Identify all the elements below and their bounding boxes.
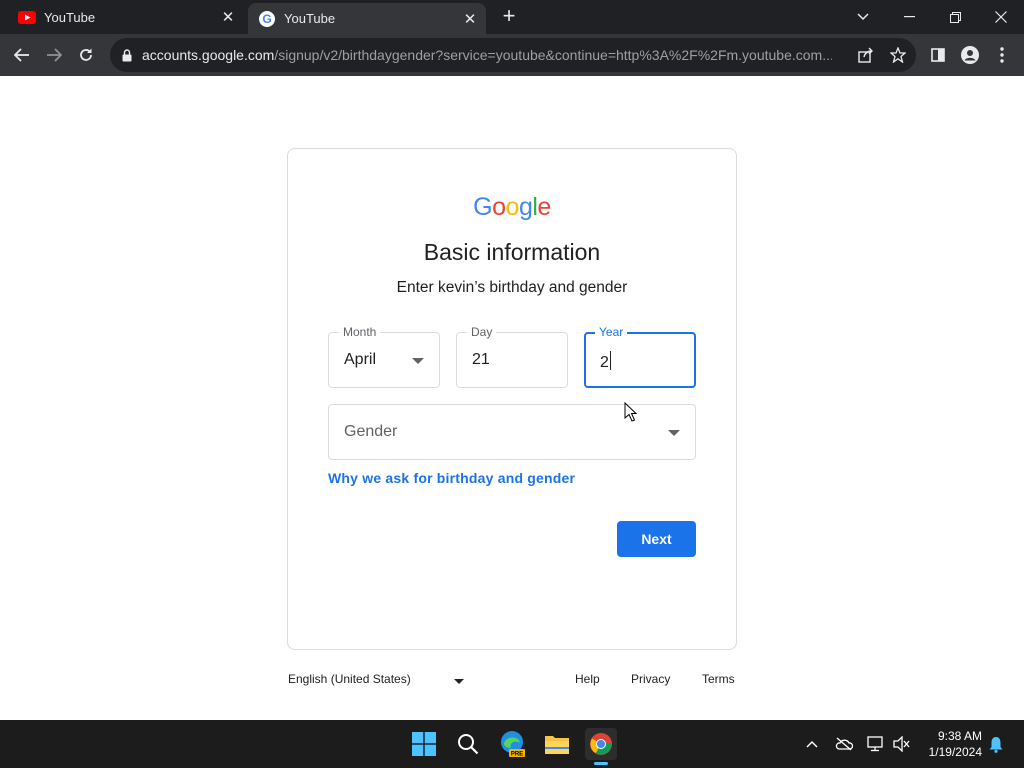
page-subtitle: Enter kevin’s birthday and gender (396, 279, 628, 296)
text-cursor (609, 351, 611, 370)
signup-card: Google Basic information Enter kevin’s b… (287, 148, 737, 650)
search-icon[interactable] (452, 728, 484, 760)
file-explorer-icon[interactable] (541, 728, 573, 760)
minimize-button[interactable] (886, 0, 932, 34)
logo-letter: o (492, 193, 506, 221)
help-link[interactable]: Help (575, 672, 600, 690)
edge-preview-icon[interactable]: PRE (497, 728, 529, 760)
profile-icon[interactable] (956, 41, 984, 69)
svg-text:G: G (262, 12, 271, 26)
system-clock[interactable]: 9:38 AM 1/19/2024 (920, 728, 982, 760)
gender-placeholder: Gender (344, 423, 398, 440)
volume-muted-icon[interactable] (892, 734, 912, 754)
youtube-icon (18, 8, 36, 26)
logo-letter: o (505, 193, 520, 221)
day-value: 21 (472, 351, 490, 368)
day-field[interactable]: Day 21 (456, 325, 568, 388)
new-tab-button[interactable]: + (497, 5, 521, 29)
tab-youtube-1[interactable]: YouTube ✕ (8, 0, 244, 34)
why-we-ask-link[interactable]: Why we ask for birthday and gender (328, 470, 575, 486)
page-title: Basic information (423, 239, 601, 265)
active-app-indicator (594, 762, 608, 765)
gender-select[interactable]: Gender (328, 404, 696, 460)
next-button[interactable]: Next (617, 521, 696, 557)
logo-letter: G (473, 193, 493, 221)
month-select[interactable]: Month April (328, 325, 440, 388)
url-text[interactable]: accounts.google.com/signup/v2/birthdayge… (142, 47, 832, 63)
address-bar[interactable]: accounts.google.com/signup/v2/birthdayge… (110, 38, 916, 72)
restore-button[interactable] (932, 0, 978, 34)
windows-start-icon[interactable] (408, 728, 440, 760)
close-window-button[interactable] (978, 0, 1024, 34)
year-field[interactable]: Year 2 (584, 325, 696, 388)
clock-time: 9:38 AM (937, 729, 982, 743)
lock-icon[interactable] (120, 48, 134, 62)
tab-search-icon[interactable] (840, 0, 886, 34)
url-host: accounts.google.com (142, 47, 275, 63)
year-text: 2 (600, 354, 609, 371)
edge-badge: PRE (511, 752, 523, 758)
reload-button[interactable] (72, 41, 100, 69)
day-label: Day (467, 325, 497, 339)
google-logo: Google (288, 193, 736, 222)
chrome-taskbar-icon[interactable] (585, 728, 617, 765)
chevron-up-icon[interactable] (802, 734, 822, 754)
network-icon[interactable] (866, 734, 886, 754)
clock-date: 1/19/2024 (928, 745, 982, 759)
language-value: English (United States) (288, 672, 411, 686)
tab-title: YouTube (44, 9, 96, 25)
tab-title: YouTube (284, 11, 336, 26)
google-logo-text: Google (473, 193, 551, 221)
side-panel-icon[interactable] (924, 41, 952, 69)
close-tab-icon[interactable]: ✕ (460, 9, 480, 29)
mouse-pointer-icon (624, 401, 638, 427)
close-tab-icon[interactable]: ✕ (218, 7, 238, 27)
year-label: Year (595, 325, 628, 339)
tab-strip: YouTube ✕ G YouTube ✕ + (0, 0, 1024, 34)
notification-bell-icon[interactable] (986, 734, 1006, 754)
windows-taskbar: PRE 9:38 AM 1/19/2024 (0, 720, 1024, 768)
logo-letter: e (537, 193, 551, 221)
chevron-down-icon[interactable] (454, 679, 464, 684)
month-value: April (344, 351, 377, 368)
url-path: /signup/v2/birthdaygender?service=youtub… (274, 47, 832, 63)
menu-kebab-icon[interactable] (988, 41, 1016, 69)
logo-letter: g (518, 193, 533, 221)
language-select[interactable]: English (United States) (288, 672, 411, 690)
forward-button[interactable] (40, 41, 68, 69)
terms-link[interactable]: Terms (702, 672, 735, 690)
onedrive-offline-icon[interactable] (834, 734, 854, 754)
month-label: Month (339, 325, 381, 339)
back-button[interactable] (8, 41, 36, 69)
browser-toolbar: accounts.google.com/signup/v2/birthdayge… (0, 34, 1024, 76)
privacy-link[interactable]: Privacy (631, 672, 670, 690)
chevron-down-icon (412, 358, 424, 364)
chevron-down-icon (668, 430, 680, 436)
share-icon[interactable] (856, 45, 876, 65)
bookmark-star-icon[interactable] (888, 45, 908, 65)
year-value: 2 (600, 351, 611, 372)
tab-youtube-2[interactable]: G YouTube ✕ (248, 3, 486, 34)
google-g-icon: G (258, 10, 276, 28)
